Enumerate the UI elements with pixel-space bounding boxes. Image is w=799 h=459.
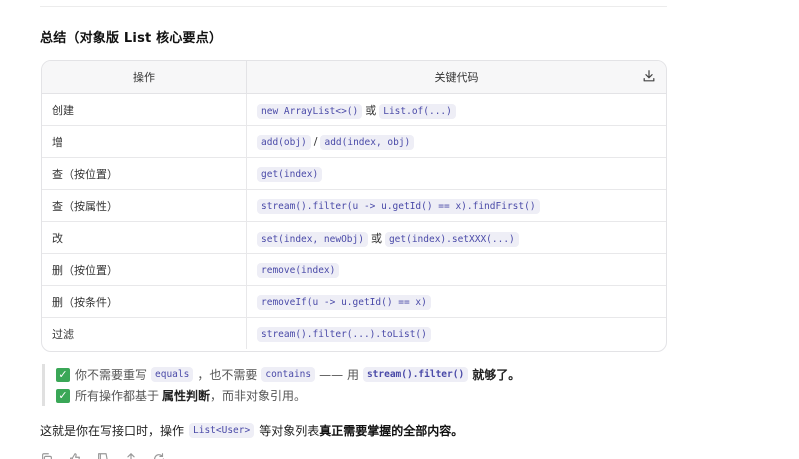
code-snippet: set(index, newObj) (257, 231, 368, 247)
operation-cell: 删（按位置） (42, 253, 247, 286)
refresh-icon[interactable] (152, 452, 166, 459)
code-snippet: stream().filter() (362, 367, 469, 382)
note-line: ✓ 你不需要重写 equals ，也不需要 contains —— 用 stre… (56, 364, 520, 385)
copy-icon[interactable] (40, 452, 54, 459)
code-snippet: get(index).setXXX(...) (384, 231, 519, 247)
message-action-bar (40, 452, 166, 459)
code-snippet: stream().filter(u -> u.getId() == x).fin… (257, 199, 540, 214)
section-title: 总结（对象版 List 核心要点） (40, 31, 223, 46)
operation-cell: 创建 (42, 93, 247, 126)
code-cell: add(obj) / add(index, obj) (246, 125, 666, 158)
chat-response-page: 总结（对象版 List 核心要点） 操作 关键代码 创建 new ArrayLi… (0, 0, 799, 459)
column-header-operation: 操作 (42, 61, 247, 94)
summary-paragraph: 这就是你在写接口时，操作 List<User> 等对象列表 真正需要掌握的全部内… (40, 422, 463, 439)
operation-cell: 查（按属性） (42, 189, 247, 222)
code-cell: removeIf(u -> u.getId() == x) (246, 285, 666, 318)
summary-text: 等对象列表 (259, 424, 320, 438)
code-cell: remove(index) (246, 253, 666, 286)
table-body: 创建 new ArrayList<>() 或 List.of(...) 增 add(… (42, 93, 667, 350)
code-cell: stream().filter(u -> u.getId() == x).fin… (246, 189, 666, 222)
thumbs-down-icon[interactable] (96, 452, 110, 459)
check-mark-icon: ✓ (56, 388, 70, 403)
table-row: 创建 new ArrayList<>() 或 List.of(...) (42, 93, 666, 126)
summary-bold-text: 真正需要掌握的全部内容。 (319, 424, 464, 438)
code-snippet: stream().filter(...).toList() (257, 327, 431, 342)
download-icon[interactable] (642, 69, 656, 83)
divider (40, 6, 667, 7)
note-text: 你不需要重写 (75, 368, 148, 382)
code-snippet: List<User> (189, 423, 255, 438)
code-snippet: List.of(...) (379, 103, 456, 119)
check-mark-icon: ✓ (56, 367, 70, 382)
table-row: 查（按位置） get(index) (42, 157, 666, 190)
operation-cell: 改 (42, 221, 247, 254)
code-snippet: add(index, obj) (320, 135, 415, 150)
operation-cell: 过滤 (42, 317, 247, 349)
note-text: 所有操作都基于 (75, 389, 160, 403)
separator-text: / (313, 135, 318, 148)
separator-text: 或 (365, 103, 377, 117)
note-bold-text: 就够了。 (472, 368, 521, 382)
summary-table: 操作 关键代码 创建 new ArrayList<>() 或 List.of(...… (41, 60, 667, 352)
note-text: ，也不需要 (197, 368, 258, 382)
table-row: 改 set(index, newObj) 或 get(index).setXXX(.… (42, 221, 666, 254)
share-icon[interactable] (124, 452, 138, 459)
note-line: ✓ 所有操作都基于 属性判断 ，而非对象引用。 (56, 385, 520, 406)
code-cell: set(index, newObj) 或 get(index).setXXX(...… (246, 221, 666, 254)
note-text: ，而非对象引用。 (210, 389, 307, 403)
code-snippet: new ArrayList<>() (257, 103, 363, 119)
code-cell: get(index) (246, 157, 666, 190)
table-row: 删（按位置） remove(index) (42, 253, 666, 286)
operation-cell: 查（按位置） (42, 157, 247, 190)
note-text: —— 用 (319, 368, 359, 382)
table-header-row: 操作 关键代码 (42, 61, 666, 94)
summary-text: 这就是你在写接口时，操作 (40, 424, 185, 438)
blockquote-notes: ✓ 你不需要重写 equals ，也不需要 contains —— 用 stre… (42, 364, 520, 406)
code-snippet: equals (151, 367, 194, 382)
code-snippet: remove(index) (257, 263, 340, 278)
code-snippet: removeIf(u -> u.getId() == x) (257, 295, 431, 310)
separator-text: 或 (370, 231, 382, 245)
table-row: 过滤 stream().filter(...).toList() (42, 317, 667, 350)
operation-cell: 删（按条件） (42, 285, 247, 318)
column-header-key-code-label: 关键代码 (434, 71, 479, 84)
thumbs-up-icon[interactable] (68, 452, 82, 459)
code-snippet: get(index) (257, 167, 323, 182)
table-row: 查（按属性） stream().filter(u -> u.getId() ==… (42, 189, 666, 222)
table-row: 增 add(obj) / add(index, obj) (42, 125, 666, 158)
code-cell: new ArrayList<>() 或 List.of(...) (246, 93, 666, 126)
table-row: 删（按条件） removeIf(u -> u.getId() == x) (42, 285, 666, 318)
note-bold-text: 属性判断 (162, 389, 211, 403)
code-snippet: contains (261, 367, 316, 382)
code-snippet: add(obj) (257, 135, 311, 150)
column-header-key-code: 关键代码 (246, 61, 666, 94)
operation-cell: 增 (42, 125, 247, 158)
code-cell: stream().filter(...).toList() (247, 318, 667, 350)
